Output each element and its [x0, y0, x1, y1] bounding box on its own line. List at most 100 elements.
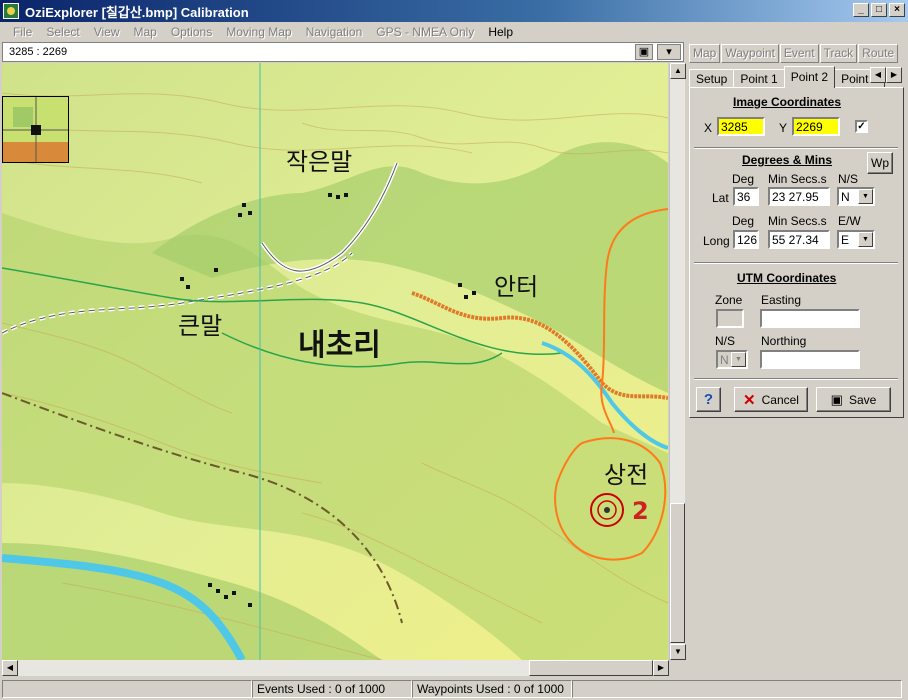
tab-scroll-right-icon[interactable]: ▶	[886, 67, 902, 83]
y-label: Y	[779, 121, 788, 135]
long-min-header: Min Secs.s	[768, 214, 827, 228]
map-view[interactable]: 작은말 큰말 안터 내초리 상전 2	[2, 63, 668, 660]
tab-setup[interactable]: Setup	[689, 69, 735, 88]
lat-hemi-header: N/S	[838, 172, 859, 186]
long-hemisphere-select[interactable]: E ▼	[837, 230, 875, 249]
track-button[interactable]: Track	[819, 43, 858, 63]
map-label-keunmal: 큰말	[178, 312, 222, 340]
help-icon: ?	[703, 391, 714, 408]
tab-point-2[interactable]: Point 2	[783, 66, 836, 88]
save-map-icon[interactable]: ▾	[657, 44, 681, 60]
chevron-down-icon[interactable]: ▼	[858, 189, 873, 204]
image-y-field[interactable]: 2269	[792, 117, 840, 136]
long-deg-header: Deg	[732, 214, 755, 228]
waypoint-button[interactable]: Waypoint	[721, 43, 779, 63]
object-toolbar: Map Waypoint Event Track Route	[687, 42, 908, 64]
scroll-right-icon[interactable]: ▶	[653, 660, 669, 676]
magnifier-preview	[2, 96, 69, 163]
menu-file[interactable]: File	[6, 25, 39, 39]
event-button[interactable]: Event	[779, 43, 819, 63]
image-coords-checkbox[interactable]: ✓	[855, 120, 868, 133]
menu-moving-map[interactable]: Moving Map	[219, 25, 298, 39]
window-title: OziExplorer [칠갑산.bmp] Calibration	[25, 4, 249, 20]
scroll-left-icon[interactable]: ◀	[2, 660, 18, 676]
map-button[interactable]: Map	[689, 43, 721, 63]
image-x-field[interactable]: 3285	[717, 117, 765, 136]
tab-point-1[interactable]: Point 1	[733, 69, 785, 88]
lat-min-header: Min Secs.s	[768, 172, 827, 186]
app-icon	[3, 3, 19, 19]
coordinate-bar: 3285 : 2269 ▣ ▾	[2, 42, 684, 62]
cancel-button-label: Cancel	[761, 392, 799, 407]
degrees-mins-title: Degrees & Mins	[742, 153, 833, 167]
long-min-field[interactable]: 55 27.34	[768, 230, 830, 249]
title-bar: OziExplorer [칠갑산.bmp] Calibration _ □ ×	[0, 0, 908, 22]
topographic-map: 작은말 큰말 안터 내초리 상전 2	[2, 63, 668, 660]
map-label-sangjeon: 상전	[604, 461, 648, 489]
point-number-label: 2	[632, 497, 649, 525]
events-used-status: Events Used : 0 of 1000	[252, 680, 412, 698]
zone-field	[716, 309, 744, 328]
tab-scroll-left-icon[interactable]: ◀	[870, 67, 886, 83]
northing-label: Northing	[761, 334, 807, 348]
floppy-icon: ▣	[830, 391, 843, 407]
utm-ns-value: N	[720, 353, 729, 367]
menu-select[interactable]: Select	[39, 25, 86, 39]
lat-deg-field[interactable]: 36	[733, 187, 759, 206]
separator	[694, 147, 898, 149]
utm-ns-select: N ▼	[716, 350, 748, 369]
lat-min-field[interactable]: 23 27.95	[768, 187, 830, 206]
zone-label: Zone	[715, 293, 743, 307]
chevron-down-icon[interactable]: ▼	[858, 232, 873, 247]
menu-options[interactable]: Options	[164, 25, 219, 39]
image-coordinates-title: Image Coordinates	[733, 95, 842, 109]
waypoint-button[interactable]: Wp	[867, 152, 893, 174]
easting-field[interactable]	[760, 309, 860, 328]
minimize-button[interactable]: _	[853, 3, 869, 17]
lat-hemisphere-select[interactable]: N ▼	[837, 187, 875, 206]
waypoints-used-status: Waypoints Used : 0 of 1000	[412, 680, 572, 698]
easting-label: Easting	[761, 293, 802, 307]
cursor-coordinates: 3285 : 2269	[9, 46, 68, 58]
cancel-button[interactable]: ✕ Cancel	[734, 387, 808, 412]
lat-hemisphere-value: N	[841, 190, 850, 204]
northing-field[interactable]	[760, 350, 860, 369]
lat-deg-header: Deg	[732, 172, 755, 186]
separator	[694, 262, 898, 264]
horizontal-scrollbar[interactable]: ◀ ▶	[2, 660, 669, 676]
menu-help[interactable]: Help	[481, 25, 520, 39]
menu-bar: File Select View Map Options Moving Map …	[0, 22, 908, 41]
vertical-scroll-thumb[interactable]	[670, 503, 685, 643]
close-button[interactable]: ×	[889, 3, 905, 17]
vertical-scrollbar[interactable]: ▲ ▼	[669, 63, 686, 660]
long-label: Long	[703, 234, 730, 248]
long-deg-field[interactable]: 126	[733, 230, 759, 249]
x-label: X	[704, 121, 713, 135]
long-hemi-header: E/W	[838, 214, 861, 228]
separator	[694, 378, 898, 380]
horizontal-scroll-thumb[interactable]	[529, 660, 653, 676]
status-cell-extra	[572, 680, 902, 698]
map-label-naechori: 내초리	[298, 328, 381, 363]
maximize-button[interactable]: □	[871, 3, 887, 17]
calibration-panel: Image Coordinates X 3285 Y 2269 ✓ Degree…	[689, 87, 904, 418]
save-button-label: Save	[848, 392, 877, 407]
save-button[interactable]: ▣ Save	[816, 387, 891, 412]
menu-view[interactable]: View	[87, 25, 127, 39]
cancel-x-icon: ✕	[743, 391, 756, 409]
long-hemisphere-value: E	[841, 233, 850, 247]
utm-coordinates-title: UTM Coordinates	[737, 271, 837, 285]
scroll-down-icon[interactable]: ▼	[670, 644, 686, 660]
chevron-down-icon: ▼	[731, 352, 746, 367]
menu-navigation[interactable]: Navigation	[299, 25, 370, 39]
status-cell-empty	[2, 680, 252, 698]
calibration-tabs: Setup Point 1 Point 2 Point 3 ◀ ▶	[689, 66, 908, 88]
route-button[interactable]: Route	[858, 43, 899, 63]
menu-gps[interactable]: GPS - NMEA Only	[369, 25, 481, 39]
scroll-up-icon[interactable]: ▲	[670, 63, 686, 79]
help-button[interactable]: ?	[696, 387, 721, 412]
image-icon[interactable]: ▣	[635, 44, 653, 60]
map-label-anteo: 안터	[494, 273, 538, 301]
menu-map[interactable]: Map	[127, 25, 164, 39]
lat-label: Lat	[712, 191, 729, 205]
